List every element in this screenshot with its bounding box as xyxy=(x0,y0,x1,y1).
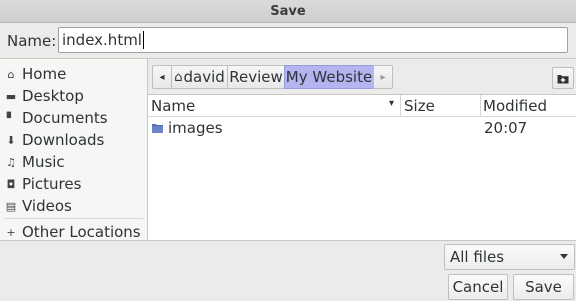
window-title: Save xyxy=(270,3,306,19)
sidebar-item-music[interactable]: ♫ Music xyxy=(0,151,147,173)
download-icon: ⬇ xyxy=(6,133,16,147)
name-label: Name: xyxy=(7,32,57,50)
sidebar-item-label: Other Locations xyxy=(22,223,141,241)
dropdown-arrow-icon xyxy=(560,254,568,259)
title-bar: Save xyxy=(0,0,576,23)
sidebar-item-label: Pictures xyxy=(22,175,82,193)
home-icon: ⌂ xyxy=(7,67,15,81)
table-row[interactable]: images 20:07 xyxy=(148,117,576,139)
document-icon: ▘ xyxy=(6,111,16,125)
path-back-button[interactable]: ◂ xyxy=(152,65,172,89)
sidebar-item-label: Desktop xyxy=(22,87,84,105)
text-caret xyxy=(142,31,144,49)
home-icon: ⌂ xyxy=(174,69,183,85)
filename-input[interactable]: index.html xyxy=(58,27,568,53)
path-forward-button[interactable]: ▸ xyxy=(373,65,393,89)
sidebar-divider xyxy=(4,218,143,219)
path-segment-label: My Website xyxy=(285,68,373,86)
name-row: Name: index.html xyxy=(0,23,576,58)
path-bar: ◂ ⌂ david Review My Website ▸ xyxy=(148,58,576,95)
path-segment-david[interactable]: ⌂ david xyxy=(171,65,228,89)
cancel-button[interactable]: Cancel xyxy=(448,274,508,300)
save-button[interactable]: Save xyxy=(513,274,574,300)
file-name: images xyxy=(168,119,223,137)
sidebar-item-home[interactable]: ⌂ Home xyxy=(0,63,147,85)
sidebar-item-label: Documents xyxy=(22,109,108,127)
folder-icon xyxy=(152,124,163,133)
sidebar-item-documents[interactable]: ▘ Documents xyxy=(0,107,147,129)
sidebar-item-desktop[interactable]: ▬ Desktop xyxy=(0,85,147,107)
column-header-label: Modified xyxy=(483,96,548,115)
sidebar-item-downloads[interactable]: ⬇ Downloads xyxy=(0,129,147,151)
camera-icon: ◘ xyxy=(6,177,16,191)
desktop-icon: ▬ xyxy=(5,89,17,103)
sidebar-item-label: Home xyxy=(22,65,67,83)
path-segment-my-website[interactable]: My Website xyxy=(284,65,374,89)
file-modified: 20:07 xyxy=(484,119,528,137)
chevron-left-icon: ◂ xyxy=(159,71,165,83)
new-folder-button[interactable] xyxy=(552,67,574,89)
column-header-label: Name xyxy=(151,96,196,115)
path-segment-label: Review xyxy=(229,68,283,86)
film-icon: ▤ xyxy=(5,199,17,213)
file-type-filter[interactable]: All files xyxy=(444,244,575,270)
column-header-name[interactable]: Name ▾ xyxy=(148,95,401,116)
path-segment-label: david xyxy=(183,68,225,86)
filter-value: All files xyxy=(450,248,505,266)
plus-icon: + xyxy=(6,225,16,239)
column-header-size[interactable]: Size xyxy=(401,95,481,116)
sidebar-item-pictures[interactable]: ◘ Pictures xyxy=(0,173,147,195)
save-button-label: Save xyxy=(525,278,562,296)
dialog-footer: All files Cancel Save xyxy=(0,240,576,301)
path-segment-review[interactable]: Review xyxy=(227,65,285,89)
chevron-right-icon: ▸ xyxy=(380,71,386,83)
places-sidebar: ⌂ Home ▬ Desktop ▘ Documents ⬇ Downloads… xyxy=(0,58,148,241)
column-header-label: Size xyxy=(404,96,435,115)
sidebar-item-label: Music xyxy=(22,153,65,171)
new-folder-icon xyxy=(557,74,569,83)
file-list: Name ▾ Size Modified images 20:07 xyxy=(148,94,576,241)
sidebar-item-videos[interactable]: ▤ Videos xyxy=(0,195,147,217)
cancel-button-label: Cancel xyxy=(452,278,504,296)
sidebar-item-label: Videos xyxy=(22,197,72,215)
sort-descending-icon: ▾ xyxy=(388,98,394,109)
music-icon: ♫ xyxy=(6,155,16,169)
column-header-modified[interactable]: Modified xyxy=(481,95,576,116)
filename-value: index.html xyxy=(62,31,142,49)
sidebar-item-label: Downloads xyxy=(22,131,105,149)
